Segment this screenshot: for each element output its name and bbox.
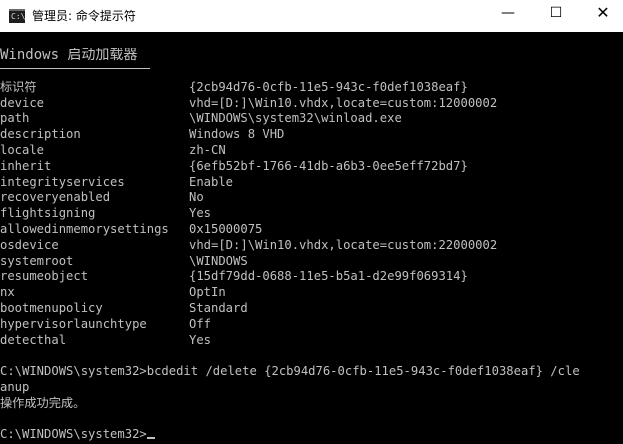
entry-key: nx [0, 285, 15, 300]
prompt-text: C:\WINDOWS\system32> [0, 427, 147, 442]
entry-value: OptIn [189, 285, 226, 300]
boot-entry-row: detecthal Yes [0, 333, 623, 349]
console-output[interactable]: Windows 启动加载器 标识符 {2cb94d76-0cfb-11e5-943… [0, 48, 623, 443]
boot-entry-row: recoveryenabled No [0, 190, 623, 206]
window-title: 管理员: 命令提示符 [32, 9, 136, 23]
entry-key: osdevice [0, 237, 59, 252]
current-prompt[interactable]: C:\WINDOWS\system32> [0, 427, 623, 443]
entry-value: Standard [189, 300, 248, 315]
command-result: 操作成功完成。 [0, 395, 86, 410]
console-icon[interactable]: C:\ [9, 9, 25, 23]
entry-value: Enable [189, 174, 234, 189]
boot-entry-row: path \WINDOWS\system32\winload.exe [0, 111, 623, 127]
entry-key: recoveryenabled [0, 190, 111, 205]
entry-value: {6efb52bf-1766-41db-a6b3-0ee5eff72bd7} [189, 158, 468, 173]
boot-entry-row: hypervisorlaunchtype Off [0, 317, 623, 333]
boot-entry-row: locale zh-CN [0, 143, 623, 159]
entry-value: Yes [189, 206, 212, 221]
boot-entry-row: 标识符 {2cb94d76-0cfb-11e5-943c-f0def1038eaf… [0, 80, 623, 96]
heading-underline [0, 64, 623, 72]
entry-value: {2cb94d76-0cfb-11e5-943c-f0def1038eaf} [189, 79, 468, 94]
entry-value: 0x15000075 [189, 221, 263, 236]
entry-key: device [0, 95, 45, 110]
minimize-button[interactable]: — [485, 0, 531, 28]
entry-value: zh-CN [189, 142, 226, 157]
entry-key: path [0, 111, 30, 126]
entry-key: systemroot [0, 253, 74, 268]
entry-key: bootmenupolicy [0, 300, 103, 315]
console-icon-glyph: C:\ [11, 12, 26, 21]
entry-value: vhd=[D:]\Win10.vhdx,locate=custom:120000… [189, 95, 498, 110]
boot-entry-row: nx OptIn [0, 285, 623, 301]
entry-value: \WINDOWS\system32\winload.exe [189, 111, 402, 126]
boot-loader-heading: Windows 启动加载器 [0, 48, 138, 63]
boot-entry-list: 标识符 {2cb94d76-0cfb-11e5-943c-f0def1038eaf… [0, 80, 623, 349]
boot-entry-row: bootmenupolicy Standard [0, 301, 623, 317]
boot-entry-row: device vhd=[D:]\Win10.vhdx,locate=custom:… [0, 96, 623, 112]
entry-value: vhd=[D:]\Win10.vhdx,locate=custom:220000… [189, 237, 498, 252]
entry-key: flightsigning [0, 206, 96, 221]
boot-entry-row: resumeobject {15df79dd-0688-11e5-b5a1-d2e… [0, 269, 623, 285]
boot-entry-row: description Windows 8 VHD [0, 127, 623, 143]
entry-key: detecthal [0, 332, 67, 347]
entry-key: description [0, 127, 81, 142]
boot-entry-row: integrityservices Enable [0, 175, 623, 191]
boot-entry-row: osdevice vhd=[D:]\Win10.vhdx,locate=custo… [0, 238, 623, 254]
boot-entry-row: systemroot \WINDOWS [0, 254, 623, 270]
entry-key: allowedinmemorysettings [0, 221, 169, 236]
entry-value: \WINDOWS [189, 253, 248, 268]
maximize-button[interactable]: ☐ [533, 0, 579, 28]
title-bar[interactable]: C:\ 管理员: 命令提示符 — ☐ ✕ [0, 0, 623, 32]
entry-key: locale [0, 142, 45, 157]
entry-key: inherit [0, 158, 52, 173]
entry-key: hypervisorlaunchtype [0, 316, 147, 331]
entry-value: Off [189, 316, 212, 331]
boot-entry-row: flightsigning Yes [0, 206, 623, 222]
command-line-wrap: anup [0, 379, 30, 394]
entry-key: resumeobject [0, 269, 89, 284]
entry-key: 标识符 [0, 79, 37, 94]
close-button[interactable]: ✕ [580, 0, 623, 28]
entry-value: {15df79dd-0688-11e5-b5a1-d2e99f069314} [189, 269, 468, 284]
boot-entry-row: inherit {6efb52bf-1766-41db-a6b3-0ee5eff7… [0, 159, 623, 175]
entry-key: integrityservices [0, 174, 125, 189]
command-prompt-window: C:\ 管理员: 命令提示符 — ☐ ✕ Windows 启动加载器 标识符 {2… [0, 0, 623, 444]
entry-value: No [189, 190, 204, 205]
entry-value: Windows 8 VHD [189, 127, 285, 142]
command-line: C:\WINDOWS\system32>bcdedit /delete {2cb… [0, 364, 580, 379]
text-cursor [146, 437, 155, 440]
boot-entry-row: allowedinmemorysettings 0x15000075 [0, 222, 623, 238]
entry-value: Yes [189, 332, 212, 347]
